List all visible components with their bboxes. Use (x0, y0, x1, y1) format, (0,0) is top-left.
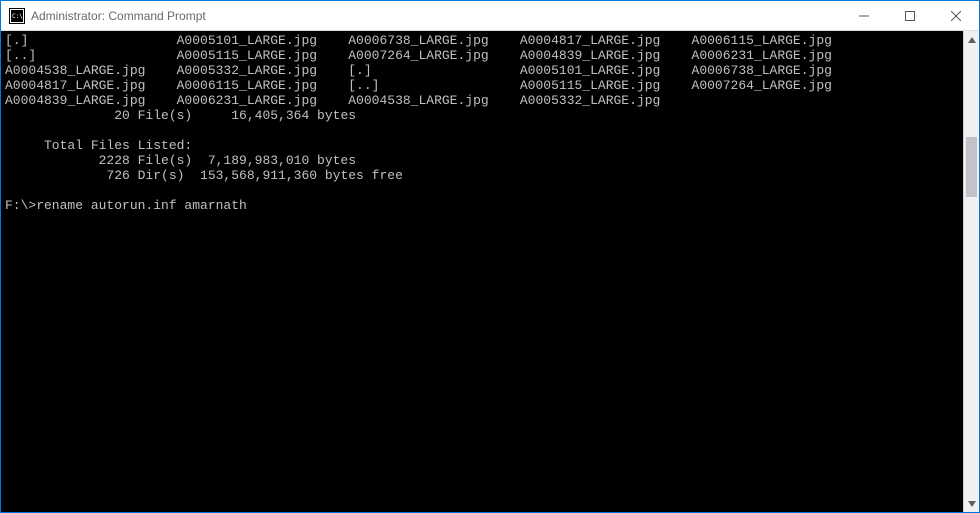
terminal-line: A0004839_LARGE.jpg A0006231_LARGE.jpg A0… (5, 93, 959, 108)
scrollbar[interactable] (963, 31, 979, 512)
scroll-up-button[interactable] (964, 31, 979, 48)
terminal-line: 726 Dir(s) 153,568,911,360 bytes free (5, 168, 959, 183)
terminal-area: [.] A0005101_LARGE.jpg A0006738_LARGE.jp… (1, 31, 979, 512)
svg-text:C:\: C:\ (12, 13, 23, 20)
command-prompt-window: C:\ Administrator: Command Prompt [.] A0… (0, 0, 980, 513)
terminal-line: A0004817_LARGE.jpg A0006115_LARGE.jpg [.… (5, 78, 959, 93)
window-controls (841, 1, 979, 30)
scrollbar-track[interactable] (964, 48, 979, 495)
terminal-line (5, 183, 959, 198)
minimize-button[interactable] (841, 1, 887, 30)
terminal-line: [..] A0005115_LARGE.jpg A0007264_LARGE.j… (5, 48, 959, 63)
scrollbar-thumb[interactable] (966, 137, 977, 197)
close-button[interactable] (933, 1, 979, 30)
terminal-line (5, 123, 959, 138)
app-icon: C:\ (9, 8, 25, 24)
terminal-line: 20 File(s) 16,405,364 bytes (5, 108, 959, 123)
terminal-line: A0004538_LARGE.jpg A0005332_LARGE.jpg [.… (5, 63, 959, 78)
terminal-line: 2228 File(s) 7,189,983,010 bytes (5, 153, 959, 168)
terminal-line: F:\>rename autorun.inf amarnath (5, 198, 959, 213)
scroll-down-button[interactable] (964, 495, 979, 512)
titlebar[interactable]: C:\ Administrator: Command Prompt (1, 1, 979, 31)
window-title: Administrator: Command Prompt (31, 9, 206, 23)
terminal-line: Total Files Listed: (5, 138, 959, 153)
terminal-line: [.] A0005101_LARGE.jpg A0006738_LARGE.jp… (5, 33, 959, 48)
maximize-button[interactable] (887, 1, 933, 30)
terminal-output[interactable]: [.] A0005101_LARGE.jpg A0006738_LARGE.jp… (1, 31, 963, 512)
